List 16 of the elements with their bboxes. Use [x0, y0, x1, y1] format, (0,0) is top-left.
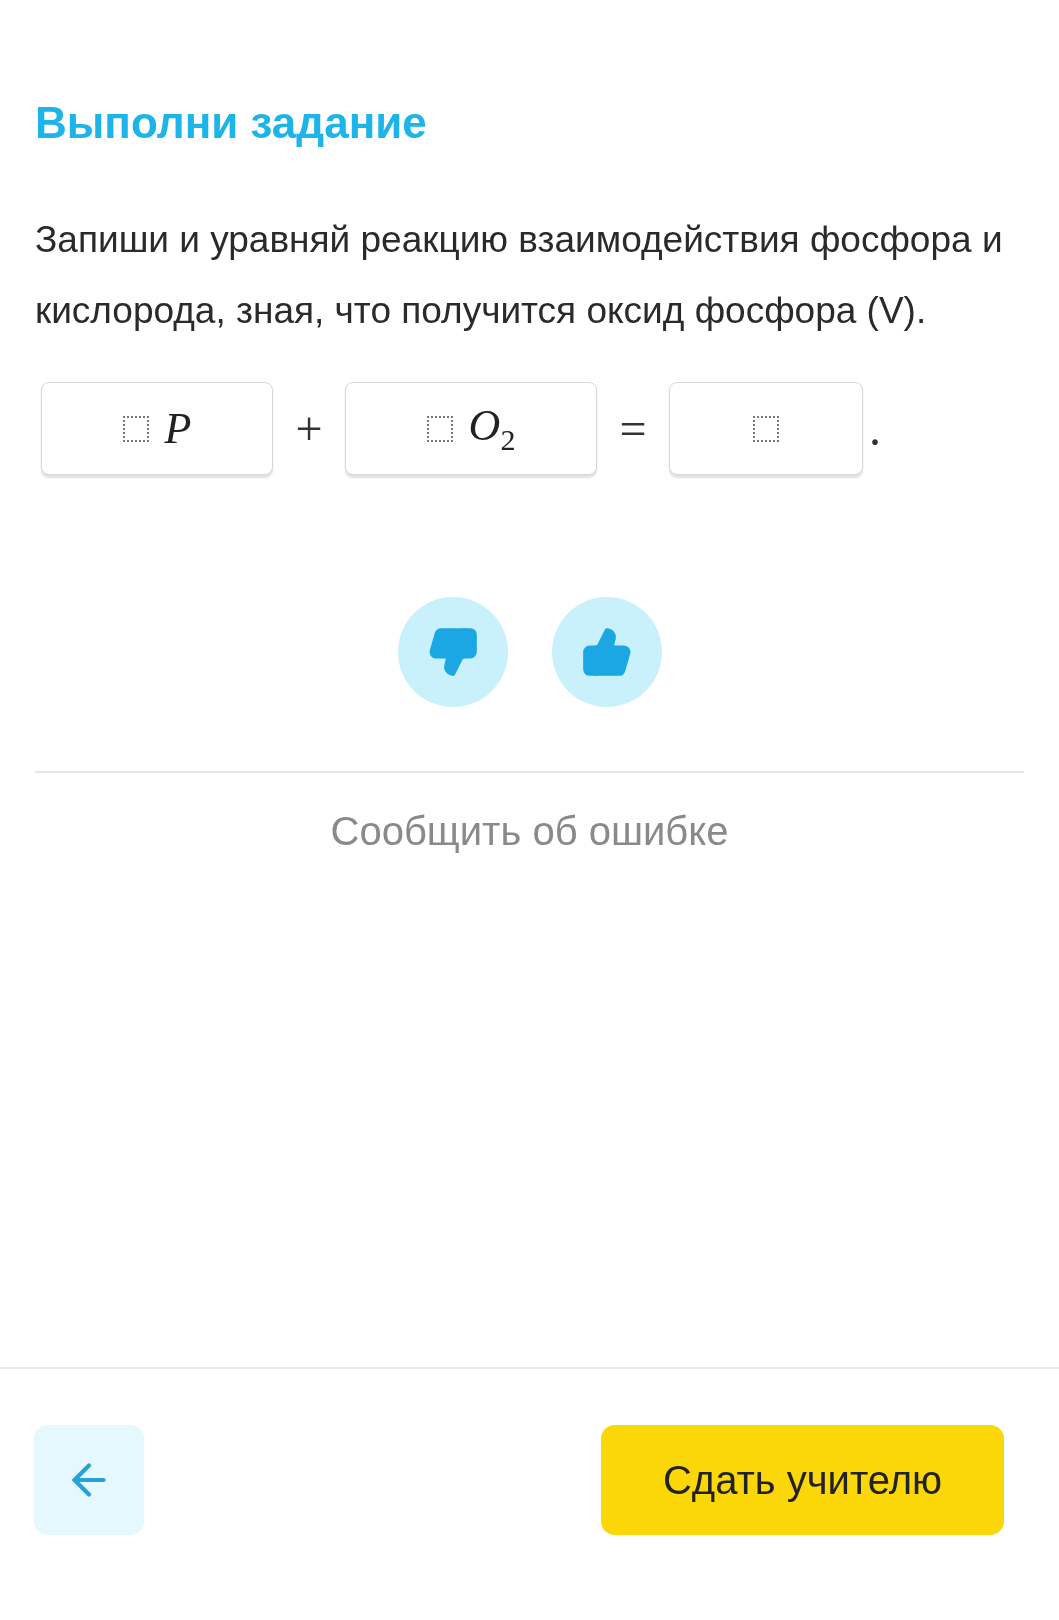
answer-field[interactable]: P	[41, 382, 273, 475]
operator-sign: +	[294, 401, 324, 456]
back-button[interactable]	[34, 1425, 144, 1535]
page-title: Выполни задание	[35, 98, 428, 148]
operator-sign: =	[618, 401, 648, 456]
placeholder-icon	[122, 415, 149, 442]
thumbs-up-icon	[580, 626, 633, 678]
answer-field[interactable]: O$_{2}$	[345, 382, 597, 475]
task-text: Запиши и уравняй реакцию взаимодействия фосфора и кислорода, зная, что получится оксид фосфора (V).	[35, 218, 1004, 333]
formula-text: P	[164, 403, 192, 454]
answer-field[interactable]	[669, 382, 863, 475]
submit-button[interactable]: Сдать учителю	[601, 1425, 1004, 1535]
placeholder-icon	[426, 415, 453, 442]
formula-text: O$_{2}$	[468, 400, 516, 457]
placeholder-icon	[753, 415, 779, 442]
operator-sign: .	[868, 401, 882, 456]
